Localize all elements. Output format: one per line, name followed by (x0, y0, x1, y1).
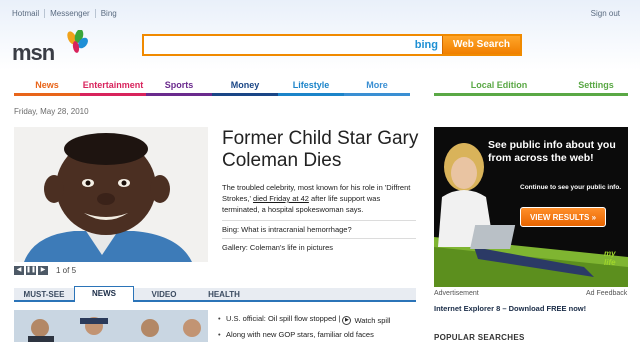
tab-must-see[interactable]: MUST-SEE (14, 288, 74, 300)
mylife-logo: my life (604, 249, 616, 267)
group-photo (14, 310, 208, 342)
hero-summary: The troubled celebrity, most known for h… (222, 183, 411, 214)
play-icon: ▶ (342, 316, 352, 325)
tab-health[interactable]: HEALTH (194, 288, 254, 300)
advertisement-banner[interactable]: See public info about you from across th… (434, 127, 628, 287)
nav-tab-money[interactable]: Money (212, 80, 278, 96)
nav-tab-lifestyle[interactable]: Lifestyle (278, 80, 344, 96)
nav-tab-more[interactable]: More (344, 80, 410, 96)
bing-logo: bing (414, 39, 438, 51)
news-tabs: MUST-SEE NEWS VIDEO HEALTH (14, 286, 416, 302)
main-nav: News Entertainment Sports Money Lifestyle Mor… (14, 80, 410, 96)
nav-tab-settings[interactable]: Settings (564, 80, 628, 96)
butterfly-icon (67, 30, 88, 53)
next-slide-button[interactable]: ▶ (38, 266, 48, 275)
page-date: Friday, May 28, 2010 (14, 107, 89, 116)
secondary-nav: Local Edition Settings (434, 80, 628, 96)
slideshow-controls: ◀ ❚❚ ▶ 1 of 5 (14, 266, 76, 275)
ie8-promo-link[interactable]: Internet Explorer 8 – Download FREE now! (434, 304, 586, 313)
hotmail-link[interactable]: Hotmail (12, 9, 44, 18)
hero-headline[interactable]: Former Child Star Gary Coleman Dies (222, 128, 422, 172)
ad-headline: See public info about you from across th… (488, 139, 616, 164)
top-links: Hotmail Messenger Bing (12, 9, 122, 18)
news-item[interactable]: Along with new GOP stars, familiar old f… (218, 330, 374, 339)
bing-link[interactable]: Bing (94, 9, 122, 18)
logo-text: msn (12, 40, 55, 65)
popular-searches-heading: POPULAR SEARCHES (434, 333, 525, 342)
ad-feedback-link[interactable]: Ad Feedback (586, 290, 627, 297)
slide-count: 1 of 5 (56, 266, 77, 275)
nav-tab-entertainment[interactable]: Entertainment (80, 80, 146, 96)
related-link-bing[interactable]: Bing: What is intracranial hemorrhage? (222, 220, 416, 234)
ad-label: Advertisement (434, 290, 479, 297)
search-input[interactable] (144, 36, 402, 54)
tab-video[interactable]: VIDEO (134, 288, 194, 300)
ad-subtext: Continue to see your public info. (520, 184, 622, 191)
msn-logo[interactable]: msn (12, 30, 88, 65)
nav-tab-local-edition[interactable]: Local Edition (434, 80, 564, 96)
portrait-image (14, 127, 208, 262)
watch-video-link[interactable]: ▶ Watch spill (342, 316, 390, 325)
messenger-link[interactable]: Messenger (44, 9, 95, 18)
hero-image[interactable] (14, 127, 208, 262)
nav-tab-news[interactable]: News (14, 80, 80, 96)
tab-news[interactable]: NEWS (74, 286, 134, 302)
nav-tab-sports[interactable]: Sports (146, 80, 212, 96)
view-results-button[interactable]: VIEW RESULTS » (520, 207, 606, 227)
news-item[interactable]: U.S. official: Oil spill flow stopped | … (218, 314, 390, 325)
prev-slide-button[interactable]: ◀ (14, 266, 24, 275)
sign-out-link[interactable]: Sign out (591, 9, 620, 18)
web-search-button[interactable]: Web Search (442, 36, 520, 54)
news-thumbnail[interactable] (14, 310, 208, 342)
story-link[interactable]: died Friday at 42 (253, 194, 309, 203)
pause-slide-button[interactable]: ❚❚ (26, 266, 36, 275)
search-box: bing Web Search (142, 34, 522, 56)
related-link-gallery[interactable]: Gallery: Coleman's life in pictures (222, 238, 416, 252)
